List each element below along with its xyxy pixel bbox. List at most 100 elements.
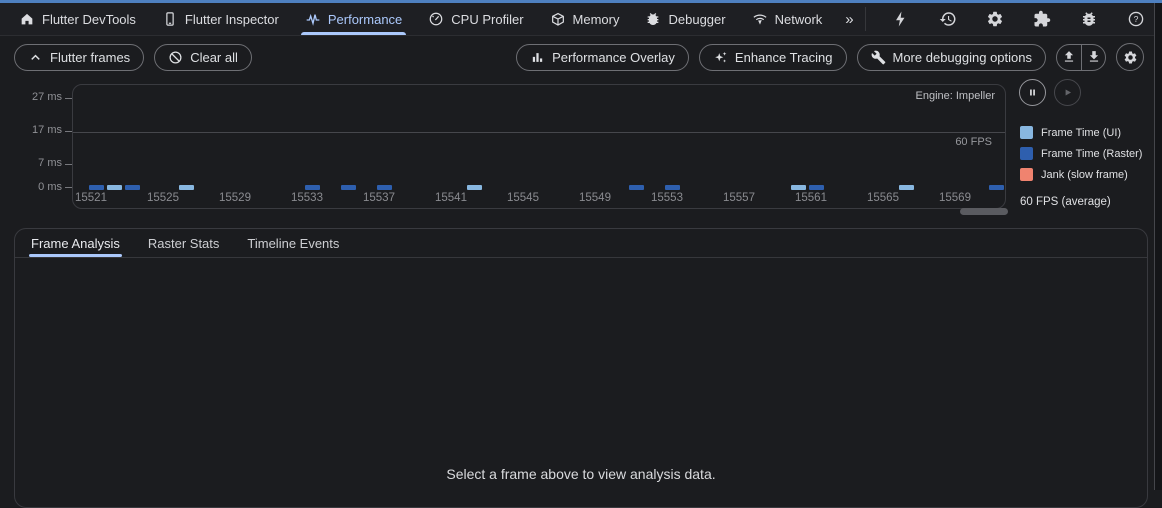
package-icon (551, 12, 564, 26)
x-axis-label: 15537 (363, 192, 395, 204)
jank-swatch (1020, 168, 1033, 181)
nav-tabs: Flutter DevTools Flutter Inspector Perfo… (0, 3, 865, 35)
clear-all-label: Clear all (190, 49, 238, 65)
nav-label: Network (774, 11, 823, 27)
frame-bar-15533-raster[interactable] (305, 185, 320, 190)
x-axis-label: 15569 (939, 192, 971, 204)
more-debugging-options-button[interactable]: More debugging options (856, 43, 1046, 71)
frame-time-ui-swatch (1020, 126, 1033, 139)
recording-controls (1019, 79, 1081, 106)
legend-label: Frame Time (UI) (1041, 126, 1122, 139)
fps-60-gridline (73, 132, 1005, 133)
block-icon (169, 50, 182, 64)
nav-label: Debugger (668, 11, 726, 27)
frame-bar-15526-ui[interactable] (179, 185, 194, 190)
performance-settings-button[interactable] (1116, 43, 1144, 71)
y-axis-label: 27 ms (32, 91, 62, 104)
export-button[interactable] (1057, 45, 1081, 70)
frame-bar-15560-ui[interactable] (791, 185, 806, 190)
x-axis-label: 15529 (219, 192, 251, 204)
toolbar-left-group: Flutter frames Clear all (14, 43, 252, 71)
performance-toolbar: Flutter frames Clear all Performance Ove… (0, 36, 1162, 78)
tab-label: Frame Analysis (31, 235, 120, 251)
engine-label: Engine: Impeller (915, 90, 996, 102)
frame-bar-15571-raster[interactable] (989, 185, 1004, 190)
chevron-up-icon (31, 54, 40, 60)
frame-bar-15566-ui[interactable] (899, 185, 914, 190)
y-axis-tick (65, 130, 72, 132)
flutter-frames-label: Flutter frames (50, 49, 131, 65)
nav-overflow-button[interactable]: » (835, 3, 862, 35)
y-axis-tick (65, 187, 72, 188)
report-bug-button[interactable] (1078, 8, 1100, 30)
settings-button[interactable] (984, 8, 1006, 30)
gauge-icon (429, 12, 443, 26)
frame-bar-15553-raster[interactable] (665, 185, 680, 190)
nav-item-performance[interactable]: Performance (292, 3, 415, 35)
x-axis-label: 15549 (579, 192, 611, 204)
toolbar-right-group: Performance Overlay Enhance Tracing More… (516, 43, 1144, 71)
import-button[interactable] (1081, 44, 1105, 70)
x-axis-label: 15565 (867, 192, 899, 204)
average-fps-label: 60 FPS (average) (1020, 196, 1111, 208)
nav-item-debugger[interactable]: Debugger (632, 3, 738, 35)
pulse-icon (306, 13, 320, 26)
phone-icon (166, 12, 174, 26)
clear-all-button[interactable]: Clear all (154, 43, 252, 71)
nav-item-network[interactable]: Network (739, 3, 836, 35)
help-button[interactable]: ? (1125, 8, 1147, 30)
chart-horizontal-scrollbar[interactable] (960, 208, 1008, 215)
frame-bar-15551-raster[interactable] (629, 185, 644, 190)
play-icon (1065, 89, 1072, 96)
nav-label: Flutter Inspector (184, 11, 279, 27)
nav-item-cpu-profiler[interactable]: CPU Profiler (415, 3, 536, 35)
enhance-tracing-button[interactable]: Enhance Tracing (698, 43, 847, 71)
pause-recording-button[interactable] (1019, 79, 1046, 106)
import-export-group (1056, 43, 1106, 71)
gear-icon (987, 11, 1003, 27)
y-axis-label: 17 ms (32, 124, 62, 137)
window-right-gutter (1155, 3, 1162, 490)
resume-recording-button[interactable] (1054, 79, 1081, 106)
home-icon (21, 13, 33, 25)
tab-frame-analysis[interactable]: Frame Analysis (17, 229, 134, 257)
flutter-frames-toggle-button[interactable]: Flutter frames (14, 43, 145, 71)
lightning-button[interactable] (890, 8, 912, 30)
legend-label: Jank (slow frame) (1041, 168, 1128, 181)
frame-bar-15521-raster[interactable] (89, 185, 104, 190)
history-button[interactable] (937, 8, 959, 30)
frame-bar-15542-ui[interactable] (467, 185, 482, 190)
frames-chart: Engine: Impeller 60 FPS 15521 15525 15529 1… (0, 84, 1016, 218)
legend-item: Jank (slow frame) (1020, 164, 1142, 185)
frame-bar-15523-raster[interactable] (125, 185, 140, 190)
history-icon (939, 12, 956, 26)
nav-action-buttons: ? (866, 3, 1162, 35)
chevrons-right-icon: » (845, 10, 853, 28)
legend-label: Frame Time (Raster) (1041, 147, 1143, 160)
nav-item-memory[interactable]: Memory (537, 3, 633, 35)
x-axis-label: 15545 (507, 192, 539, 204)
frame-bar-15561-raster[interactable] (809, 185, 824, 190)
nav-item-flutter-inspector[interactable]: Flutter Inspector (149, 3, 292, 35)
tab-raster-stats[interactable]: Raster Stats (134, 229, 234, 257)
performance-overlay-button[interactable]: Performance Overlay (516, 43, 689, 71)
x-axis-label: 15533 (291, 192, 323, 204)
frame-bar-15522-ui[interactable] (107, 185, 122, 190)
nav-label: Performance (327, 11, 403, 27)
panel-tab-bar: Frame Analysis Raster Stats Timeline Eve… (15, 229, 1147, 258)
x-axis-label: 15561 (795, 192, 827, 204)
nav-item-devtools-home[interactable]: Flutter DevTools (6, 3, 149, 35)
bug-report-icon (1083, 12, 1095, 26)
svg-text:?: ? (1134, 14, 1139, 24)
tab-timeline-events[interactable]: Timeline Events (233, 229, 353, 257)
nav-label: Memory (572, 11, 620, 27)
y-axis-tick (65, 163, 72, 165)
frame-bar-15537-raster[interactable] (377, 185, 392, 190)
more-debugging-options-label: More debugging options (892, 49, 1033, 65)
upload-icon (1064, 51, 1074, 62)
x-axis-label: 15525 (147, 192, 179, 204)
extensions-button[interactable] (1031, 8, 1053, 30)
x-axis-label: 15557 (723, 192, 755, 204)
frames-chart-plot: Engine: Impeller 60 FPS 15521 15525 15529 1… (72, 84, 1006, 209)
frame-bar-15535-raster[interactable] (341, 185, 356, 190)
